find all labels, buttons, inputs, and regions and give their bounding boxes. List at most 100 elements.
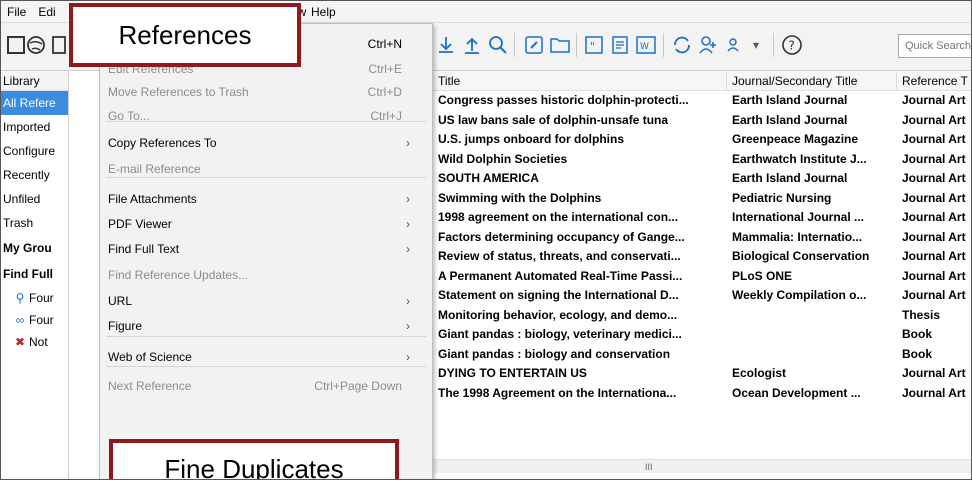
cell-journal: International Journal ... [732,210,865,224]
cell-title: Monitoring behavior, ecology, and demo..… [438,307,678,322]
table-row[interactable]: 1998 agreement on the international con.… [433,208,971,228]
insert-citation-icon[interactable]: " [581,32,607,58]
menu-item-url[interactable]: URL › [100,289,432,313]
table-row[interactable]: Statement on signing the International D… [433,286,971,306]
cell-journal: Greenpeace Magazine [732,132,859,146]
menu-item-move-references-to-trash[interactable]: Move References to Trash Ctrl+D [100,80,432,104]
cell-title: Giant pandas : biology and conservation [438,346,671,361]
cell-journal: Earth Island Journal [732,171,848,185]
svg-text:": " [590,40,595,53]
menu-item-find-full-text[interactable]: Find Full Text › [100,237,432,261]
menu-file[interactable]: File [1,1,32,23]
menu-item-next-reference[interactable]: Next Reference Ctrl+Page Down [100,374,432,398]
help-icon[interactable]: ? [779,32,805,58]
table-row[interactable]: Giant pandas : biology and conservation B… [433,345,971,365]
cell-reference-type: Thesis [902,307,941,322]
table-row[interactable]: Factors determining occupancy of Gange..… [433,228,971,248]
open-file-icon[interactable] [547,32,573,58]
my-groups-heading[interactable]: My Grou [1,235,68,261]
cell-journal: PLoS ONE [732,268,793,283]
group-unfiled[interactable]: Unfiled [1,187,68,211]
horizontal-scrollbar[interactable]: III [433,459,971,473]
menu-item-file-attachments[interactable]: File Attachments › [100,187,432,211]
menu-item-web-of-science[interactable]: Web of Science › [100,345,432,369]
menu-item-e-mail-reference[interactable]: E-mail Reference [100,157,432,181]
group-trash[interactable]: Trash [1,211,68,235]
cell-journal [727,306,897,326]
group-configure[interactable]: Configure [1,139,68,163]
menu-item-label: E-mail Reference [108,162,201,176]
cell-reference-type: Journal Art [902,288,966,302]
format-bibliography-icon[interactable] [607,32,633,58]
find-full-found-url-item[interactable]: ∞ Four [1,309,68,331]
cell-journal: Mammalia: Internatio... [732,229,863,244]
group-imported[interactable]: Imported [1,115,68,139]
scrollbar-grip[interactable]: III [645,462,653,472]
menu-item-pdf-viewer[interactable]: PDF Viewer › [100,212,432,236]
not-found-icon: ✖ [14,335,26,349]
cell-journal: Weekly Compilation o... [732,288,867,302]
cell-title: U.S. jumps onboard for dolphins [438,132,624,146]
find-full-not-found-item[interactable]: ✖ Not [1,331,68,353]
table-row[interactable]: U.S. jumps onboard for dolphins Greenpeac… [433,130,971,150]
menu-item-figure[interactable]: Figure › [100,314,432,338]
menu-item-shortcut: Ctrl+J [370,109,402,123]
cell-title: Giant pandas : biology, veterinary medic… [438,327,682,341]
import-icon[interactable] [433,32,459,58]
chevron-right-icon: › [406,350,410,364]
cell-reference-type: Journal Art [902,132,966,146]
table-row[interactable]: Monitoring behavior, ecology, and demo..… [433,306,971,326]
chevron-down-icon[interactable]: ▾ [743,32,769,58]
cell-title: The 1998 Agreement on the Internationa..… [438,385,677,400]
menu-item-go-to[interactable]: Go To... Ctrl+J [100,104,432,128]
menu-item-find-reference-updates[interactable]: Find Reference Updates... [100,263,432,287]
table-row[interactable]: SOUTH AMERICA Earth Island Journal Journal… [433,169,971,189]
menu-item-label: Web of Science [108,350,192,364]
find-full-text-icon[interactable] [485,32,511,58]
online-search-globe-icon[interactable] [23,32,49,58]
found-magnifier-icon: ⚲ [15,291,25,305]
cell-title: 1998 agreement on the international con.… [438,210,679,224]
cell-title: Factors determining occupancy of Gange..… [438,229,685,244]
table-row[interactable]: Swimming with the Dolphins Pediatric Nurs… [433,189,971,209]
chevron-right-icon: › [406,217,410,231]
found-link-icon: ∞ [15,313,25,327]
table-row[interactable]: Review of status, threats, and conservat… [433,247,971,267]
menu-edit[interactable]: Edi [32,1,61,23]
table-row[interactable]: DYING TO ENTERTAIN US Ecologist Journal Ar… [433,364,971,384]
find-full-text-heading[interactable]: Find Full [1,261,68,287]
chevron-right-icon: › [406,242,410,256]
export-icon[interactable] [459,32,485,58]
cell-journal [727,345,897,365]
table-body: Congress passes historic dolphin-protect… [433,91,971,404]
sync-icon[interactable] [669,32,695,58]
column-journal[interactable]: Journal/Secondary Title [727,71,897,90]
menu-item-copy-references-to[interactable]: Copy References To › [100,131,432,155]
open-link-icon[interactable] [521,32,547,58]
menu-help[interactable]: Help [311,1,336,23]
table-row[interactable]: The 1998 Agreement on the Internationa..… [433,384,971,404]
cell-reference-type: Book [902,327,932,341]
cell-reference-type: Journal Art [902,190,966,205]
cell-journal: Biological Conservation [732,249,870,263]
menu-item-label: Find Reference Updates... [108,268,249,282]
word-icon[interactable]: W [633,32,659,58]
cell-title: Swimming with the Dolphins [438,190,602,205]
table-row[interactable]: Congress passes historic dolphin-protect… [433,91,971,111]
chevron-right-icon: › [406,192,410,206]
cell-title: DYING TO ENTERTAIN US [438,366,587,380]
find-full-found-item[interactable]: ⚲ Four [1,287,68,309]
column-reference-type[interactable]: Reference T [897,71,971,90]
table-row[interactable]: Giant pandas : biology, veterinary medic… [433,325,971,345]
column-title[interactable]: Title [433,71,727,90]
table-row[interactable]: US law bans sale of dolphin-unsafe tuna E… [433,111,971,131]
share-icon[interactable] [695,32,721,58]
table-row[interactable]: A Permanent Automated Real-Time Passi...… [433,267,971,287]
quick-search-input[interactable] [898,34,971,58]
table-row[interactable]: Wild Dolphin Societies Earthwatch Institu… [433,150,971,170]
cell-reference-type: Journal Art [902,385,966,400]
group-recently[interactable]: Recently [1,163,68,187]
table-header: Title Journal/Secondary Title Reference … [433,71,971,91]
group-all-references[interactable]: All Refere [1,91,68,115]
callout-references: References [69,3,301,67]
